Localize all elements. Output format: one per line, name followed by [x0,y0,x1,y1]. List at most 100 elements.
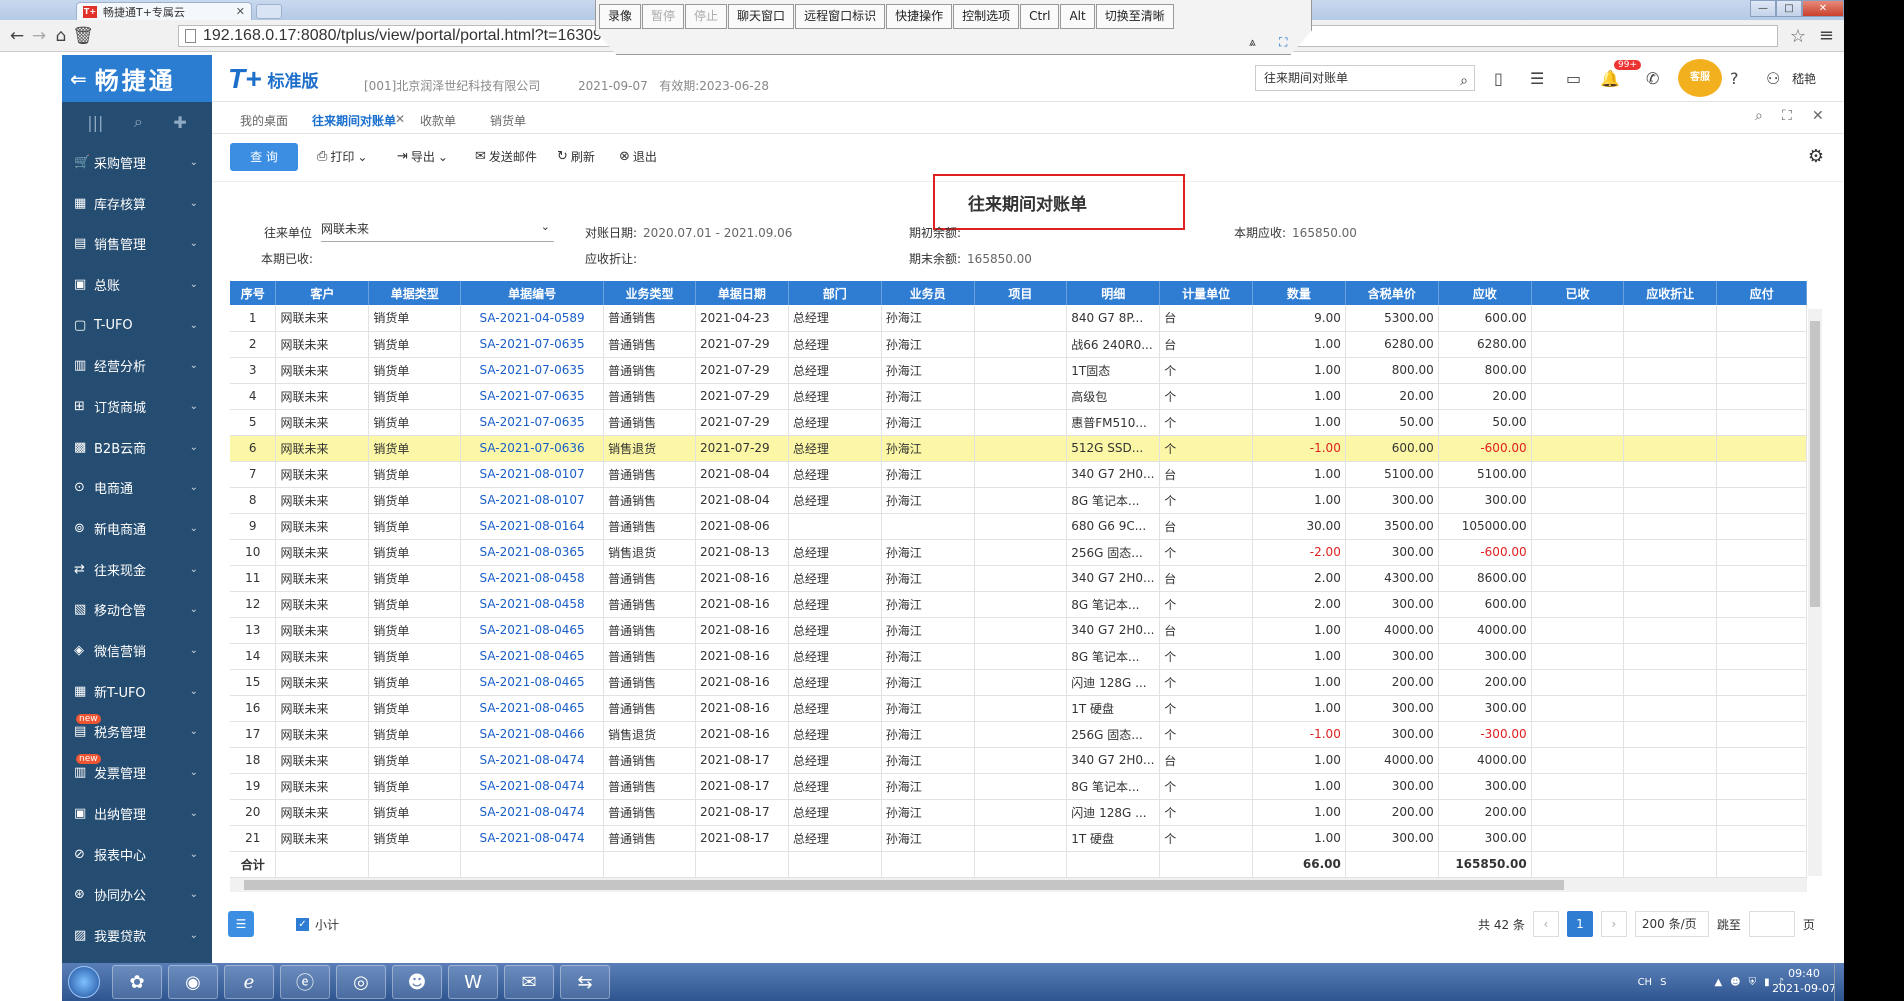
close-tab-icon[interactable]: ✕ [236,5,245,18]
subtotal-checkbox[interactable]: ✓ 小计 [296,916,339,933]
table-cell[interactable]: SA-2021-08-0474 [460,825,605,852]
table-cell[interactable]: SA-2021-07-0635 [460,383,605,410]
wps-taskbar-icon[interactable]: W [448,965,498,999]
user-icon[interactable]: ⚇ [1766,69,1780,88]
maximize-button[interactable]: □ [1776,0,1802,17]
clock[interactable]: 09:40 2021-09-07 [1772,966,1836,996]
brand-logo[interactable]: ⇐ 畅捷通 [62,55,212,102]
sidebar-item[interactable]: ▦ 库存核算 ⌄ [62,183,212,224]
tab-period-statement[interactable]: 往来期间对账单 [307,112,417,137]
table-cell[interactable]: SA-2021-08-0466 [460,721,605,748]
table-row[interactable]: 5 网联未来 销货单 SA-2021-07-0635 普通销售 2021-07-29 总经理… [230,409,1807,436]
user-name[interactable]: 嵇艳 [1792,70,1816,87]
unit-select[interactable]: 网联未来 ⌄ [321,220,554,242]
column-header[interactable]: 含税单价 [1345,281,1439,305]
table-cell[interactable]: SA-2021-07-0635 [460,331,605,358]
close-icon[interactable]: ✕ [1812,108,1824,124]
column-header[interactable]: 单据日期 [695,281,789,305]
table-cell[interactable]: SA-2021-08-0465 [460,695,605,722]
phone-icon[interactable]: ✆ [1646,69,1659,88]
column-header[interactable]: 单据编号 [460,281,605,305]
network-icon[interactable]: ▮ [1764,977,1770,988]
table-cell[interactable]: SA-2021-08-0465 [460,669,605,696]
browser-menu-icon[interactable]: ≡ [1819,25,1834,46]
todo-list-icon[interactable]: ☰ [1530,69,1544,88]
remote-btn[interactable]: 聊天窗口 [728,4,795,29]
sidebar-item[interactable]: ▤ 销售管理 ⌄ [62,223,212,264]
table-row[interactable]: 3 网联未来 销货单 SA-2021-07-0635 普通销售 2021-07-29 总经理… [230,357,1807,384]
table-row[interactable]: 8 网联未来 销货单 SA-2021-08-0107 普通销售 2021-08-04 总经理… [230,487,1807,514]
table-cell[interactable]: SA-2021-07-0635 [460,357,605,384]
tab-sales-order[interactable]: 销货单 [490,112,526,129]
sidebar-search-icon[interactable]: ⌕ [134,112,143,132]
sidebar-item[interactable]: ⊚ 新电商通 ⌄ [62,508,212,549]
horizontal-scrollbar[interactable] [230,878,1807,892]
export-button[interactable]: ⇥ 导出 ⌄ [397,148,448,165]
sidebar-item[interactable]: ▤ new 税务管理 ⌄ [62,712,212,753]
table-cell[interactable]: SA-2021-08-0465 [460,617,605,644]
browser-tab[interactable]: T+ 畅捷通T+专属云 ✕ [76,2,252,20]
tab-receipt[interactable]: 收款单 [420,112,456,129]
table-row[interactable]: 14 网联未来 销货单 SA-2021-08-0465 普通销售 2021-08-16 总经… [230,643,1807,670]
table-row[interactable]: 19 网联未来 销货单 SA-2021-08-0474 普通销售 2021-08-17 总经… [230,773,1807,800]
global-search-input[interactable]: 往来期间对账单 ⌕ [1255,65,1475,91]
table-cell[interactable]: SA-2021-08-0164 [460,513,605,540]
table-cell[interactable]: SA-2021-08-0458 [460,565,605,592]
sidebar-add-icon[interactable]: ✚ [173,113,186,132]
table-row[interactable]: 13 网联未来 销货单 SA-2021-08-0465 普通销售 2021-08-16 总经… [230,617,1807,644]
table-cell[interactable]: SA-2021-08-0474 [460,747,605,774]
table-cell[interactable]: SA-2021-04-0589 [460,305,605,332]
exit-button[interactable]: ⊗ 退出 [619,148,657,165]
new-tab-button[interactable] [256,4,282,19]
table-row[interactable]: 2 网联未来 销货单 SA-2021-07-0635 普通销售 2021-07-29 总经理… [230,331,1807,358]
page-size-select[interactable]: 200 条/页 [1634,911,1709,937]
jump-page-input[interactable] [1748,911,1795,937]
sidebar-item[interactable]: ▧ 移动仓管 ⌄ [62,590,212,631]
column-header[interactable]: 应付 [1716,281,1807,305]
close-window-button[interactable]: ✕ [1802,0,1844,17]
remote-btn[interactable]: 录像 [599,4,642,29]
expand-icon[interactable]: ⛶ [1782,108,1792,124]
remote-btn[interactable]: 控制选项 [953,4,1020,29]
search-icon[interactable]: ⌕ [1755,108,1763,124]
table-cell[interactable]: SA-2021-08-0107 [460,461,605,488]
next-page-button[interactable]: › [1600,911,1627,937]
message-icon[interactable]: ▭ [1566,69,1581,88]
search-icon[interactable]: ⌕ [1460,69,1468,93]
column-header[interactable]: 部门 [788,281,882,305]
sidebar-item[interactable]: 🛒 采购管理 ⌄ [62,142,212,183]
vertical-scrollbar[interactable] [1808,309,1822,876]
remote-btn[interactable]: 快捷操作 [886,4,953,29]
refresh-button[interactable]: ↻ 刷新 [557,148,595,165]
sidebar-item[interactable]: ▥ 经营分析 ⌄ [62,345,212,386]
settings-gear-icon[interactable]: ⚙ [1808,146,1824,167]
sidebar-item[interactable]: ▩ B2B云商 ⌄ [62,427,212,468]
back-arrow-icon[interactable]: ⇐ [70,67,87,91]
table-cell[interactable]: SA-2021-08-0474 [460,799,605,826]
trash-icon[interactable]: 🗑 [72,26,94,46]
checkbox-checked-icon[interactable]: ✓ [296,918,309,931]
bookmark-star-icon[interactable]: ☆ [1790,26,1806,47]
column-header[interactable]: 序号 [230,281,277,305]
table-cell[interactable]: SA-2021-08-0365 [460,539,605,566]
column-header[interactable]: 客户 [275,281,370,305]
remote-btn[interactable]: 远程窗口标识 [795,4,886,29]
table-cell[interactable]: SA-2021-08-0458 [460,591,605,618]
show-desktop-button[interactable] [1834,963,1844,1001]
column-header[interactable]: 业务类型 [603,281,696,305]
column-header[interactable]: 已收 [1531,281,1625,305]
print-button[interactable]: ⎙ 打印 ⌄ [317,148,367,165]
column-header[interactable]: 数量 [1252,281,1346,305]
sidebar-menu-icon[interactable]: ||| [87,113,103,132]
remote-btn[interactable]: 切换至清晰 [1095,4,1174,29]
qq-taskbar-icon[interactable]: ✿ [112,965,162,999]
ie-taskbar-icon[interactable]: ℯ [224,965,274,999]
table-row[interactable]: 16 网联未来 销货单 SA-2021-08-0465 普通销售 2021-08-16 总经… [230,695,1807,722]
back-icon[interactable]: ← [6,26,28,46]
table-cell[interactable]: SA-2021-08-0107 [460,487,605,514]
calculator-icon[interactable]: ▯ [1494,69,1503,88]
remote-btn[interactable]: Alt [1060,4,1095,29]
table-row[interactable]: 1 网联未来 销货单 SA-2021-04-0589 普通销售 2021-04-23 总经理… [230,305,1807,332]
table-row[interactable]: 21 网联未来 销货单 SA-2021-08-0474 普通销售 2021-08-17 总经… [230,825,1807,852]
column-config-button[interactable]: ☰ [228,911,254,937]
